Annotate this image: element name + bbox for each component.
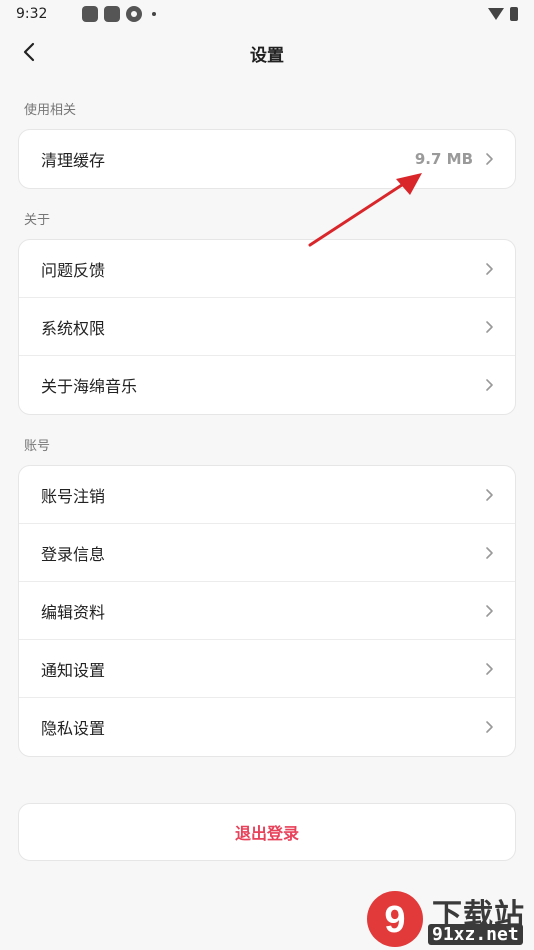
row-label: 系统权限	[41, 318, 106, 338]
chevron-right-icon	[486, 721, 493, 733]
app-notification-icon	[104, 6, 120, 22]
row-label: 隐私设置	[41, 719, 106, 738]
status-bar: 9:32	[0, 0, 534, 28]
system-permissions-row[interactable]: 系统权限	[19, 298, 515, 356]
more-notifications-dot-icon	[152, 12, 156, 16]
row-label: 清理缓存	[41, 151, 106, 170]
logout-label: 退出登录	[234, 824, 299, 843]
card-account: 账号注销 登录信息 编辑资料 通知设置 隐私设置	[18, 465, 516, 757]
annotation-arrow-icon	[308, 173, 422, 247]
login-info-row[interactable]: 登录信息	[19, 524, 515, 582]
row-label: 通知设置	[41, 660, 106, 680]
notification-settings-row[interactable]: 通知设置	[19, 640, 515, 698]
app-header: 设置	[0, 28, 534, 78]
notification-icons	[82, 6, 156, 22]
row-label: 账号注销	[41, 486, 106, 506]
app-notification-icon	[82, 6, 98, 22]
chevron-right-icon	[486, 262, 493, 275]
privacy-settings-row[interactable]: 隐私设置	[19, 698, 515, 756]
watermark-logo-icon: 9	[367, 891, 423, 947]
section-label-about: 关于	[24, 213, 51, 228]
status-time: 9:32	[16, 6, 48, 22]
section-label-usage: 使用相关	[24, 103, 77, 118]
card-about: 问题反馈 系统权限 关于海绵音乐	[18, 239, 516, 415]
battery-icon	[510, 7, 518, 21]
chevron-right-icon	[486, 153, 493, 165]
feedback-row[interactable]: 问题反馈	[19, 240, 515, 298]
chevron-right-icon	[486, 546, 493, 559]
card-usage: 清理缓存 9.7 MB	[18, 129, 516, 189]
wifi-icon	[488, 8, 504, 20]
chevron-right-icon	[486, 320, 493, 333]
chevron-right-icon	[486, 662, 493, 675]
edit-profile-row[interactable]: 编辑资料	[19, 582, 515, 640]
settings-notification-icon	[126, 6, 142, 22]
chevron-right-icon	[486, 379, 493, 391]
watermark-mark-text: 9	[384, 899, 405, 941]
logout-button[interactable]: 退出登录	[18, 803, 516, 861]
chevron-right-icon	[486, 604, 493, 617]
watermark-url: 91xz.net	[428, 924, 523, 945]
row-label: 关于海绵音乐	[41, 377, 138, 396]
chevron-right-icon	[486, 488, 493, 501]
row-label: 问题反馈	[41, 260, 106, 280]
about-app-row[interactable]: 关于海绵音乐	[19, 356, 515, 414]
system-icons	[488, 7, 518, 21]
page-title: 设置	[250, 46, 284, 66]
section-label-account: 账号	[24, 439, 51, 454]
clear-cache-row[interactable]: 清理缓存 9.7 MB	[19, 130, 515, 188]
watermark: 9 下载站 91xz.net	[360, 888, 534, 950]
row-label: 编辑资料	[41, 602, 106, 622]
delete-account-row[interactable]: 账号注销	[19, 466, 515, 524]
row-label: 登录信息	[41, 544, 106, 564]
